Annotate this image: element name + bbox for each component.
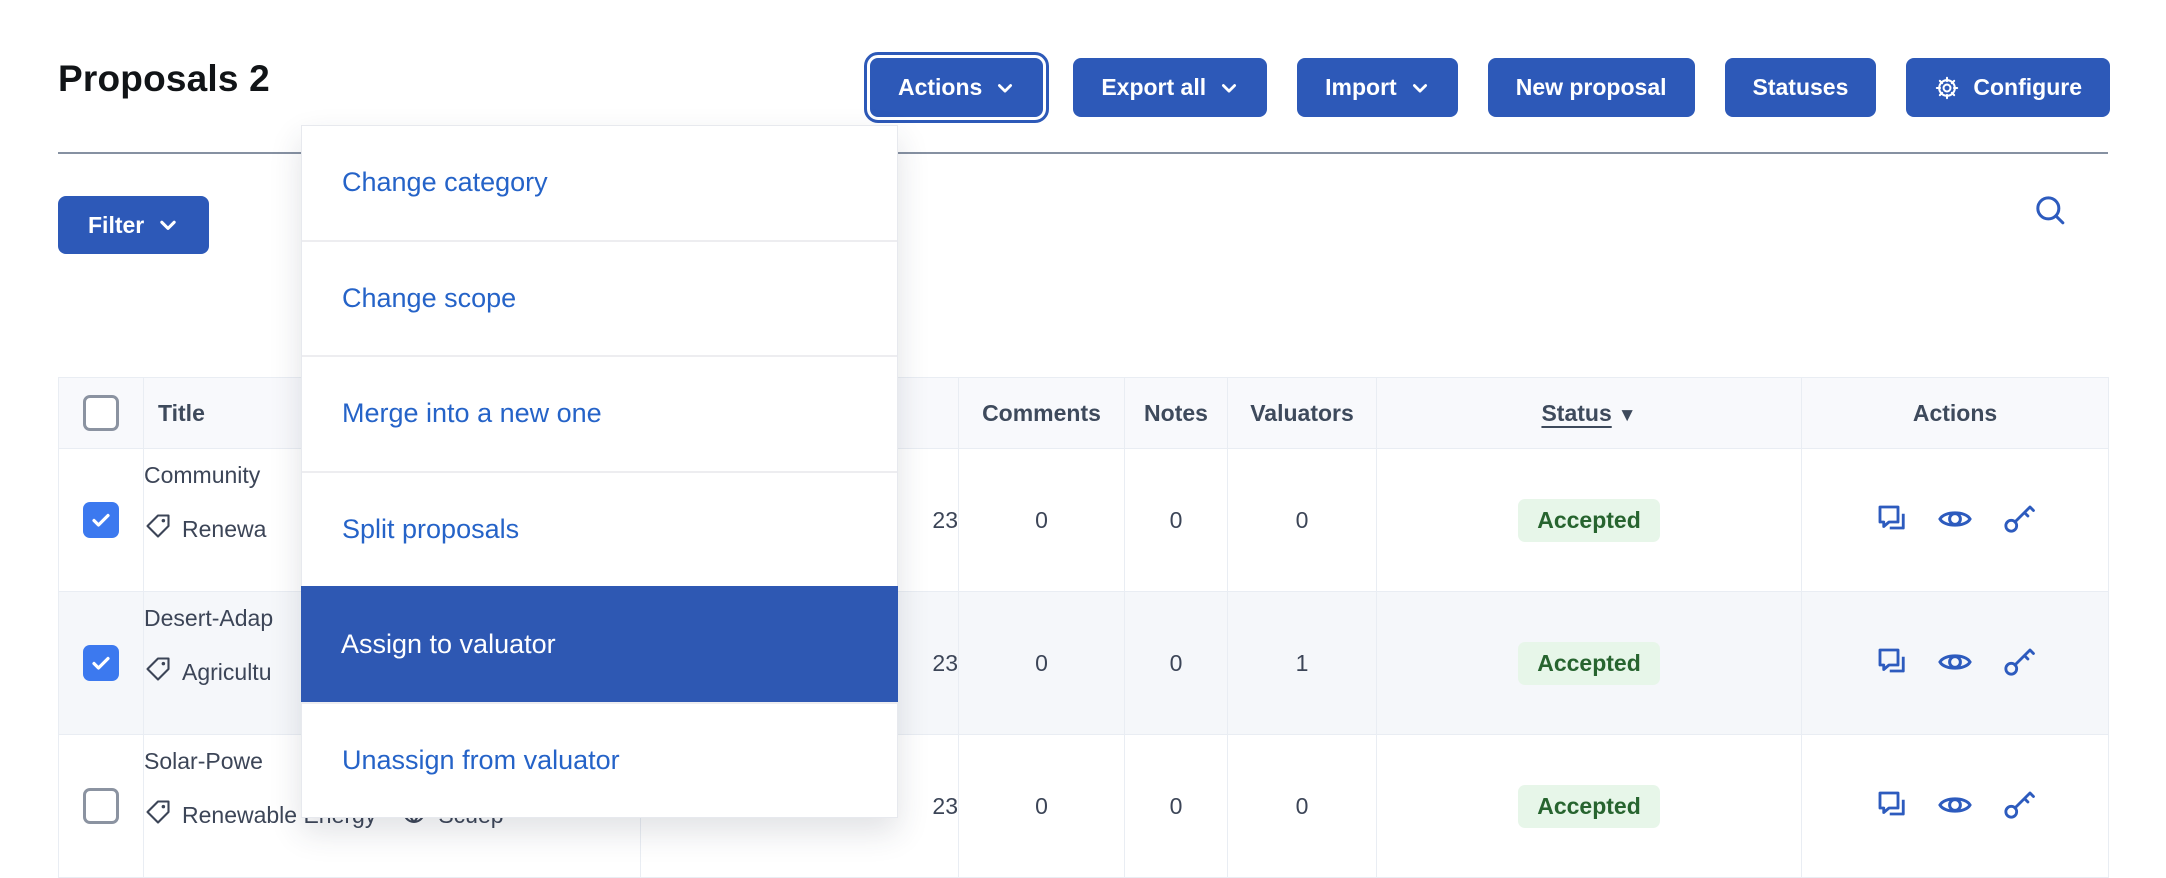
row-2-checkbox[interactable] — [83, 788, 119, 824]
valuators-count: 0 — [1228, 735, 1377, 878]
row-0-checkbox[interactable] — [83, 502, 119, 538]
status-badge: Accepted — [1518, 499, 1660, 542]
import-button[interactable]: Import — [1297, 58, 1458, 117]
column-header-comments: Comments — [959, 378, 1125, 449]
valuators-count: 1 — [1228, 592, 1377, 735]
row-1-checkbox[interactable] — [83, 645, 119, 681]
answer-proposal-icon[interactable] — [1874, 501, 1910, 540]
column-header-actions: Actions — [1802, 378, 2109, 449]
configure-button[interactable]: Configure — [1906, 58, 2110, 117]
tag-icon — [144, 512, 172, 546]
permissions-key-icon[interactable] — [2000, 787, 2036, 826]
menu-item-change-scope[interactable]: Change scope — [302, 240, 897, 356]
configure-label: Configure — [1973, 74, 2082, 101]
proposal-category: Agricultu — [182, 659, 271, 686]
answer-proposal-icon[interactable] — [1874, 787, 1910, 826]
notes-count: 0 — [1125, 592, 1228, 735]
chevron-down-icon — [995, 78, 1015, 98]
statuses-label: Statuses — [1753, 74, 1849, 101]
proposal-category: Renewa — [182, 516, 266, 543]
tag-icon — [144, 655, 172, 689]
menu-item-merge-into-new[interactable]: Merge into a new one — [302, 355, 897, 471]
menu-item-split-proposals[interactable]: Split proposals — [302, 471, 897, 587]
notes-count: 0 — [1125, 449, 1228, 592]
preview-eye-icon[interactable] — [1936, 500, 1974, 541]
select-all-checkbox[interactable] — [83, 395, 119, 431]
actions-dropdown-menu: Change category Change scope Merge into … — [301, 125, 898, 818]
filter-label: Filter — [88, 212, 144, 239]
search-icon[interactable] — [2030, 190, 2070, 230]
answer-proposal-icon[interactable] — [1874, 644, 1910, 683]
comments-count: 0 — [959, 449, 1125, 592]
toolbar: Actions Export all Import New proposal S… — [870, 58, 2110, 117]
sort-desc-icon: ▼ — [1618, 405, 1637, 427]
new-proposal-label: New proposal — [1516, 74, 1667, 101]
comments-count: 0 — [959, 735, 1125, 878]
new-proposal-button[interactable]: New proposal — [1488, 58, 1695, 117]
menu-item-assign-to-valuator[interactable]: Assign to valuator — [301, 586, 898, 702]
permissions-key-icon[interactable] — [2000, 644, 2036, 683]
export-all-label: Export all — [1101, 74, 1206, 101]
notes-count: 0 — [1125, 735, 1228, 878]
import-label: Import — [1325, 74, 1397, 101]
permissions-key-icon[interactable] — [2000, 501, 2036, 540]
chevron-down-icon — [1219, 78, 1239, 98]
column-header-status[interactable]: Status ▼ — [1377, 378, 1802, 449]
status-sort-link: Status — [1541, 400, 1611, 426]
statuses-button[interactable]: Statuses — [1725, 58, 1877, 117]
page-title: Proposals 2 — [58, 58, 270, 100]
preview-eye-icon[interactable] — [1936, 786, 1974, 827]
column-header-valuators: Valuators — [1228, 378, 1377, 449]
actions-button-label: Actions — [898, 74, 982, 101]
gear-icon — [1934, 75, 1960, 101]
chevron-down-icon — [1410, 78, 1430, 98]
actions-button[interactable]: Actions — [870, 58, 1043, 117]
menu-item-change-category[interactable]: Change category — [302, 126, 897, 240]
status-badge: Accepted — [1518, 642, 1660, 685]
chevron-down-icon — [157, 214, 179, 236]
export-all-button[interactable]: Export all — [1073, 58, 1267, 117]
tag-icon — [144, 798, 172, 832]
menu-item-unassign-from-valuator[interactable]: Unassign from valuator — [302, 702, 897, 818]
filter-button[interactable]: Filter — [58, 196, 209, 254]
comments-count: 0 — [959, 592, 1125, 735]
select-all-header — [59, 378, 144, 449]
preview-eye-icon[interactable] — [1936, 643, 1974, 684]
valuators-count: 0 — [1228, 449, 1377, 592]
column-header-notes: Notes — [1125, 378, 1228, 449]
status-badge: Accepted — [1518, 785, 1660, 828]
